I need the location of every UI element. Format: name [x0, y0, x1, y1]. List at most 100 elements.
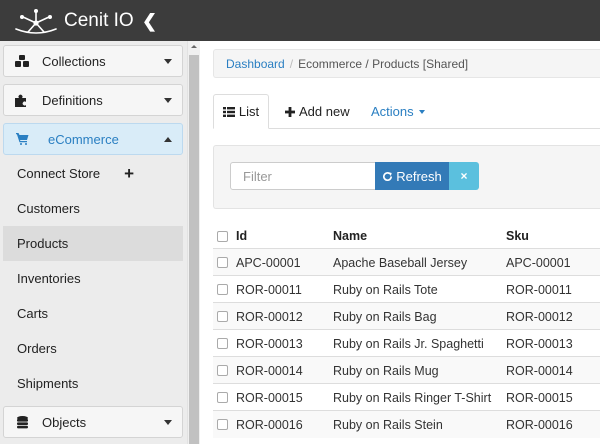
main-content: Dashboard / Ecommerce / Products [Shared… [200, 41, 600, 444]
row-checkbox[interactable] [217, 311, 228, 322]
tab-list[interactable]: List [213, 94, 269, 129]
cell-sku: ROR-00011 [506, 282, 572, 297]
breadcrumb: Dashboard / Ecommerce / Products [Shared… [213, 49, 600, 78]
column-header-sku[interactable]: Sku [506, 229, 529, 243]
cell-name: Apache Baseball Jersey [333, 255, 468, 270]
row-checkbox[interactable] [217, 257, 228, 268]
column-header-name[interactable]: Name [333, 229, 367, 243]
table-row[interactable]: ROR-00014 Ruby on Rails Mug ROR-00014 [213, 356, 600, 384]
sidebar-group-label: Collections [42, 53, 106, 69]
cell-name: Ruby on Rails Mug [333, 363, 439, 378]
cell-id: ROR-00014 [236, 363, 303, 378]
chevron-up-icon [164, 136, 172, 142]
app-name: Cenit IO [64, 10, 134, 31]
row-checkbox[interactable] [217, 419, 228, 430]
breadcrumb-separator: / [289, 56, 294, 71]
actions-dropdown-label: Actions [371, 104, 414, 119]
brand[interactable]: Cenit IO [14, 7, 134, 35]
cell-id: ROR-00012 [236, 309, 303, 324]
action-tabs: List Add new Actions [213, 94, 600, 129]
cell-id: ROR-00016 [236, 417, 303, 432]
tab-add-new[interactable]: Add new [285, 94, 350, 129]
sidebar-item-label: Products [17, 236, 69, 251]
sidebar-group-definitions[interactable]: Definitions [3, 84, 183, 116]
sidebar-item-label: Customers [17, 201, 80, 216]
row-checkbox[interactable] [217, 392, 228, 403]
top-navbar: Cenit IO [0, 0, 600, 41]
table-row[interactable]: ROR-00015 Ruby on Rails Ringer T-Shirt R… [213, 383, 600, 411]
sidebar-group-label: Definitions [42, 92, 103, 108]
cell-sku: ROR-00014 [506, 363, 573, 378]
cell-sku: ROR-00015 [506, 390, 573, 405]
sidebar-item-label: Orders [17, 341, 57, 356]
scroll-up-icon[interactable] [189, 42, 199, 52]
table-row[interactable]: ROR-00013 Ruby on Rails Jr. Spaghetti RO… [213, 329, 600, 357]
cell-name: Ruby on Rails Tote [333, 282, 438, 297]
sidebar-group-ecommerce[interactable]: eCommerce [3, 123, 183, 155]
sidebar-item-connect-store[interactable]: Connect Store + [3, 156, 183, 191]
tab-add-new-label: Add new [299, 104, 350, 119]
filter-panel: Refresh × [213, 145, 600, 209]
sidebar: Collections Definitions eCommerce Connec… [0, 41, 187, 444]
collapse-sidebar-icon[interactable]: ❮ [142, 7, 157, 35]
chevron-down-icon [164, 419, 172, 425]
close-icon: × [460, 169, 468, 183]
cell-name: Ruby on Rails Stein [333, 417, 443, 432]
caret-down-icon [418, 109, 425, 114]
chevron-down-icon [164, 58, 172, 64]
tab-list-label: List [238, 104, 260, 119]
plus-icon[interactable]: + [124, 165, 134, 182]
sidebar-item-customers[interactable]: Customers [3, 191, 183, 226]
refresh-button-label: Refresh [396, 168, 442, 184]
clear-filter-button[interactable]: × [449, 162, 479, 190]
cell-name: Ruby on Rails Ringer T-Shirt [333, 390, 492, 405]
puzzle-icon [14, 94, 30, 107]
sidebar-item-carts[interactable]: Carts [3, 296, 183, 331]
cell-id: ROR-00013 [236, 336, 303, 351]
list-icon [222, 106, 235, 117]
sidebar-item-shipments[interactable]: Shipments [3, 366, 183, 401]
refresh-button[interactable]: Refresh [375, 162, 449, 190]
column-header-id[interactable]: Id [236, 229, 247, 243]
sidebar-group-label: Objects [42, 414, 87, 430]
sidebar-group-label: eCommerce [48, 131, 119, 147]
cell-name: Ruby on Rails Jr. Spaghetti [333, 336, 484, 351]
breadcrumb-current: Ecommerce / Products [Shared] [298, 56, 469, 71]
table-row[interactable]: ROR-00016 Ruby on Rails Stein ROR-00016 [213, 410, 600, 438]
cell-id: ROR-00015 [236, 390, 303, 405]
sidebar-item-products[interactable]: Products [3, 226, 183, 261]
cell-id: APC-00001 [236, 255, 301, 270]
row-checkbox[interactable] [217, 338, 228, 349]
cell-sku: ROR-00016 [506, 417, 573, 432]
breadcrumb-dashboard-link[interactable]: Dashboard [226, 57, 285, 71]
database-icon [14, 415, 30, 429]
sidebar-item-inventories[interactable]: Inventories [3, 261, 183, 296]
table-header-row: Id Name Sku [213, 221, 600, 251]
table-row[interactable]: ROR-00011 Ruby on Rails Tote ROR-00011 [213, 275, 600, 303]
select-all-checkbox[interactable] [217, 230, 228, 242]
table-row[interactable]: APC-00001 Apache Baseball Jersey APC-000… [213, 248, 600, 276]
cell-name: Ruby on Rails Bag [333, 309, 437, 324]
sidebar-item-label: Inventories [17, 271, 81, 286]
scrollbar-thumb[interactable] [189, 55, 199, 444]
sidebar-item-label: Shipments [17, 376, 79, 391]
filter-input[interactable] [230, 162, 376, 190]
sidebar-item-label: Carts [17, 306, 49, 321]
row-checkbox[interactable] [217, 365, 228, 376]
row-checkbox[interactable] [217, 284, 228, 295]
table-row[interactable]: ROR-00012 Ruby on Rails Bag ROR-00012 [213, 302, 600, 330]
sidebar-item-orders[interactable]: Orders [3, 331, 183, 366]
cell-id: ROR-00011 [236, 282, 302, 297]
sidebar-item-label: Connect Store [17, 166, 101, 181]
cenit-logo-icon [15, 9, 57, 34]
plus-icon [285, 106, 295, 117]
actions-dropdown[interactable]: Actions [371, 94, 425, 129]
sidebar-group-collections[interactable]: Collections [3, 45, 183, 77]
chevron-down-icon [164, 97, 172, 103]
cubes-icon [14, 54, 30, 68]
sidebar-group-objects[interactable]: Objects [3, 406, 183, 438]
cell-sku: ROR-00013 [506, 336, 573, 351]
cell-sku: ROR-00012 [506, 309, 573, 324]
refresh-icon [383, 171, 393, 181]
cell-sku: APC-00001 [506, 255, 571, 270]
